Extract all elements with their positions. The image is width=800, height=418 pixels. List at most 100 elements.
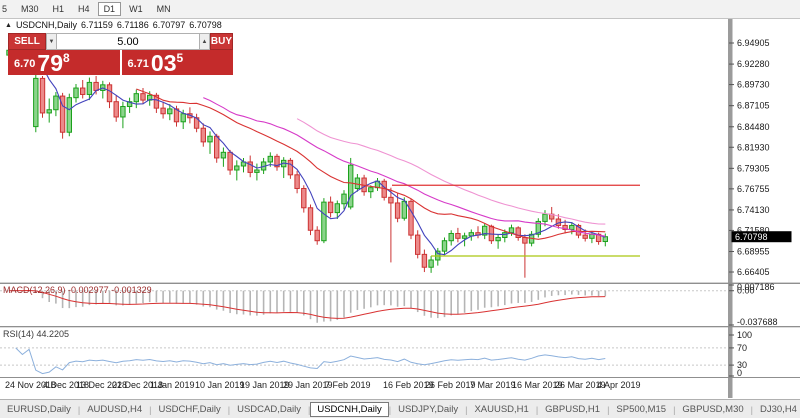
candle-body (422, 254, 426, 267)
date-tick-label: 10 Jan 2019 (195, 380, 245, 390)
macd-tick-label: -0.037688 (737, 317, 778, 327)
date-tick-label: 4 Apr 2019 (597, 380, 641, 390)
tab-xauusd-h1[interactable]: XAUUSD,H1 (467, 402, 535, 417)
price-tick-label: 6.84480 (737, 122, 770, 132)
buy-button[interactable]: BUY (210, 33, 233, 50)
candle-body (114, 102, 118, 117)
candle-body (429, 260, 433, 267)
price-tick-label: 6.94905 (737, 38, 770, 48)
buy-price-prefix: 6.71 (128, 58, 149, 70)
candle-body (603, 237, 607, 242)
candle-body (141, 94, 145, 100)
tab-gbpusd-h1[interactable]: GBPUSD,H1 (538, 402, 607, 417)
candle-body (389, 197, 393, 203)
candle-body (462, 236, 466, 238)
tab-usdchf-daily[interactable]: USDCHF,Daily (151, 402, 227, 417)
quote-high: 6.71186 (117, 20, 149, 30)
timeframe-w1[interactable]: W1 (123, 2, 149, 16)
volume-increase-button[interactable]: ▲ (199, 33, 210, 50)
price-tick-label: 6.66405 (737, 267, 770, 277)
sell-price-sup: 8 (63, 51, 70, 65)
candle-body (335, 204, 339, 213)
macd-indicator-label: MACD(12,26,9) -0.002977 -0.001329 (3, 285, 152, 295)
timeframe-h4[interactable]: H4 (72, 2, 96, 16)
tab-usdcnh-daily[interactable]: USDCNH,Daily (310, 402, 388, 417)
price-tick-label: 6.74130 (737, 205, 770, 215)
rsi-panel-divider[interactable] (0, 326, 800, 327)
tab-audusd-h4[interactable]: AUDUSD,H4 (80, 402, 149, 417)
candle-body (54, 96, 58, 110)
candle-body (208, 136, 212, 142)
candle-body (509, 228, 513, 233)
candle-body (503, 233, 507, 238)
candle-body (168, 109, 172, 114)
candle-body (201, 128, 205, 142)
date-tick-label: 7 Mar 2019 (470, 380, 516, 390)
candle-body (322, 202, 326, 241)
candle-body (268, 156, 272, 162)
candle-body (134, 94, 138, 102)
candle-body (442, 241, 446, 251)
candle-body (456, 233, 460, 238)
trading-terminal-window: 6.949056.922806.897306.871056.844806.819… (0, 0, 800, 418)
candle-body (315, 230, 319, 240)
rsi-tick-label: 100 (737, 330, 752, 340)
macd-panel-divider[interactable] (0, 283, 800, 284)
chart-tab-bar: EURUSD,Daily|AUDUSD,H4|USDCHF,Daily|USDC… (0, 399, 800, 418)
candle-body (40, 78, 44, 113)
volume-input[interactable] (57, 33, 199, 50)
candle-body (235, 166, 239, 170)
candle-body (87, 82, 91, 94)
rsi-tick-label: 0 (737, 368, 742, 378)
quote-close: 6.70798 (189, 20, 222, 30)
timeframe-h1[interactable]: H1 (47, 2, 71, 16)
timeframe-toolbar: 5M30H1H4D1W1MN (0, 0, 800, 19)
chevron-down-icon: ▼ (49, 39, 55, 45)
candle-body (570, 225, 574, 229)
date-tick-label: 26 Feb 2019 (425, 380, 476, 390)
timeframe-mn[interactable]: MN (151, 2, 177, 16)
candle-body (121, 107, 125, 117)
candle-body (523, 238, 527, 244)
quote-open: 6.71159 (81, 20, 113, 30)
candle-body (47, 110, 51, 113)
timeframe-d1[interactable]: D1 (98, 2, 122, 16)
volume-decrease-button[interactable]: ▼ (46, 33, 57, 50)
collapse-panel-icon[interactable]: ▲ (5, 22, 12, 29)
sell-button[interactable]: SELL (8, 33, 46, 50)
buy-price-big: 03 (151, 53, 177, 74)
sell-price-panel[interactable]: 6.70 79 8 (8, 50, 120, 75)
price-tick-label: 6.76755 (737, 184, 770, 194)
date-axis-divider (0, 377, 800, 378)
buy-price-sup: 5 (177, 51, 184, 65)
candle-body (295, 175, 299, 189)
price-axis-divider[interactable] (728, 19, 733, 398)
price-tick-label: 6.89730 (737, 80, 770, 90)
candle-body (409, 201, 413, 235)
candle-body (255, 170, 259, 172)
candle-body (161, 108, 165, 114)
tab-dj30-h4[interactable]: DJ30,H4 (753, 402, 800, 417)
price-tick-label: 6.87105 (737, 101, 770, 111)
candle-body (395, 203, 399, 218)
chevron-up-icon: ▲ (201, 39, 207, 45)
candle-body (402, 201, 406, 218)
timeframe-5[interactable]: 5 (0, 2, 13, 16)
macd-name: MACD(12,26,9) (3, 285, 66, 295)
date-tick-label: 7 Feb 2019 (325, 380, 371, 390)
macd-tick-label: 0.00 (737, 286, 755, 296)
tab-eurusd-daily[interactable]: EURUSD,Daily (0, 402, 78, 417)
candle-body (228, 152, 232, 170)
rsi-value: 44.2205 (37, 329, 70, 339)
timeframe-m30[interactable]: M30 (15, 2, 45, 16)
candle-body (302, 188, 306, 207)
candle-body (349, 165, 353, 207)
tab-sp500-m15[interactable]: SP500,M15 (609, 402, 673, 417)
sell-price-big: 79 (37, 53, 63, 74)
buy-price-panel[interactable]: 6.71 03 5 (122, 50, 234, 75)
tab-gbpusd-m30[interactable]: GBPUSD,M30 (675, 402, 750, 417)
price-tick-label: 6.68955 (737, 247, 770, 257)
tab-usdjpy-daily[interactable]: USDJPY,Daily (391, 402, 465, 417)
tab-usdcad-daily[interactable]: USDCAD,Daily (230, 402, 308, 417)
date-tick-label: 1 Jan 2019 (150, 380, 195, 390)
